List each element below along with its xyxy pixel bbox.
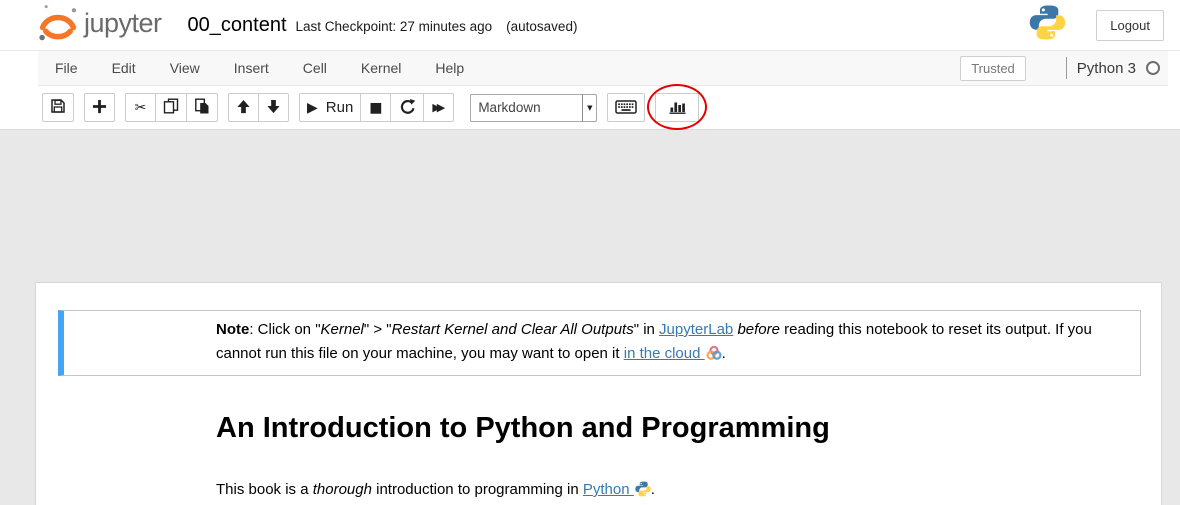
select-arrow-icon: ▼ <box>582 95 596 121</box>
arrow-up-icon <box>236 99 251 117</box>
chart-button[interactable] <box>655 93 699 122</box>
save-button[interactable] <box>42 93 74 122</box>
restart-kernel-button[interactable] <box>390 93 424 122</box>
text-segment: This book is a <box>216 481 313 498</box>
jupyter-wordmark: jupyter <box>84 8 162 39</box>
command-palette-button[interactable] <box>607 93 645 122</box>
text-segment: thorough <box>313 481 372 498</box>
copy-icon <box>163 98 179 117</box>
python-icon <box>635 481 651 497</box>
autosave-status: (autosaved) <box>506 19 577 34</box>
run-label: Run <box>326 99 354 116</box>
binder-icon <box>706 345 722 361</box>
text-segment: introduction to programming in <box>372 481 583 498</box>
cell-type-value: Markdown <box>471 100 582 115</box>
move-cell-up-button[interactable] <box>228 93 259 122</box>
menubar: File Edit View Insert Cell Kernel Help T… <box>38 51 1168 86</box>
notebook-heading: An Introduction to Python and Programmin… <box>216 412 1116 445</box>
text-segment: . <box>651 481 655 498</box>
paragraph-intro: This book is a thorough introduction to … <box>216 478 1119 502</box>
paste-icon <box>194 98 210 117</box>
run-button[interactable]: ▶ Run <box>299 93 361 122</box>
text-segment: " in <box>634 321 659 338</box>
link-jupyterlab[interactable]: JupyterLab <box>659 321 733 338</box>
menu-edit[interactable]: Edit <box>95 51 153 85</box>
paste-button[interactable] <box>186 93 218 122</box>
text-segment: " > " <box>364 321 392 338</box>
note-callout: Note: Click on "Kernel" > "Restart Kerne… <box>58 310 1141 376</box>
plus-icon <box>92 99 107 117</box>
header-right: Logout <box>1029 4 1164 46</box>
notebook-page: Note: Click on "Kernel" > "Restart Kerne… <box>35 282 1162 505</box>
add-cell-button[interactable] <box>84 93 115 122</box>
bar-chart-icon <box>668 98 687 118</box>
menu-help[interactable]: Help <box>418 51 481 85</box>
python-logo-icon <box>1029 4 1066 46</box>
text-segment: : Click on " <box>249 321 320 338</box>
text-segment: Kernel <box>321 321 364 338</box>
menubar-right: Trusted Python 3 <box>960 56 1168 81</box>
header: jupyter 00_content Last Checkpoint: 27 m… <box>0 0 1180 51</box>
text-segment: before <box>737 321 780 338</box>
notebook-background: Note: Click on "Kernel" > "Restart Kerne… <box>0 130 1180 505</box>
restart-run-all-button[interactable]: ▶▶ <box>423 93 454 122</box>
menu-view[interactable]: View <box>153 51 217 85</box>
jupyter-logo[interactable]: jupyter <box>38 0 162 51</box>
arrow-down-icon <box>266 99 281 117</box>
play-icon: ▶ <box>307 101 318 115</box>
jupyter-notebook-window: jupyter 00_content Last Checkpoint: 27 m… <box>0 0 1180 505</box>
fast-forward-icon: ▶▶ <box>432 102 445 113</box>
kernel-separator <box>1066 57 1067 79</box>
trusted-badge[interactable]: Trusted <box>960 56 1026 81</box>
move-cell-down-button[interactable] <box>258 93 289 122</box>
checkpoint-status: Last Checkpoint: 27 minutes ago <box>296 19 493 34</box>
title-area: 00_content Last Checkpoint: 27 minutes a… <box>188 14 578 37</box>
menu-insert[interactable]: Insert <box>217 51 286 85</box>
menu-file[interactable]: File <box>38 51 95 85</box>
toolbar: ✂ <box>0 86 1180 130</box>
copy-button[interactable] <box>155 93 187 122</box>
notebook-title[interactable]: 00_content <box>188 14 287 37</box>
text-segment: Restart Kernel and Clear All Outputs <box>392 321 634 338</box>
jupyter-logo-icon <box>38 0 78 51</box>
stop-icon: ■ <box>369 101 382 115</box>
interrupt-kernel-button[interactable]: ■ <box>360 93 391 122</box>
link-in-the-cloud[interactable]: in the cloud <box>624 345 705 362</box>
cut-button[interactable]: ✂ <box>125 93 156 122</box>
text-segment: Note <box>216 321 249 338</box>
cell-type-select[interactable]: Markdown ▼ <box>470 94 597 122</box>
kernel-status-icon <box>1146 61 1160 75</box>
scissors-icon: ✂ <box>135 101 147 115</box>
text-segment: . <box>722 345 726 362</box>
link-python[interactable]: Python <box>583 481 634 498</box>
logout-button[interactable]: Logout <box>1096 10 1164 41</box>
keyboard-icon <box>615 98 637 118</box>
menu-kernel[interactable]: Kernel <box>344 51 418 85</box>
kernel-name: Python 3 <box>1077 60 1136 77</box>
restart-icon <box>398 98 416 118</box>
floppy-disk-icon <box>50 98 66 117</box>
menu-cell[interactable]: Cell <box>286 51 344 85</box>
